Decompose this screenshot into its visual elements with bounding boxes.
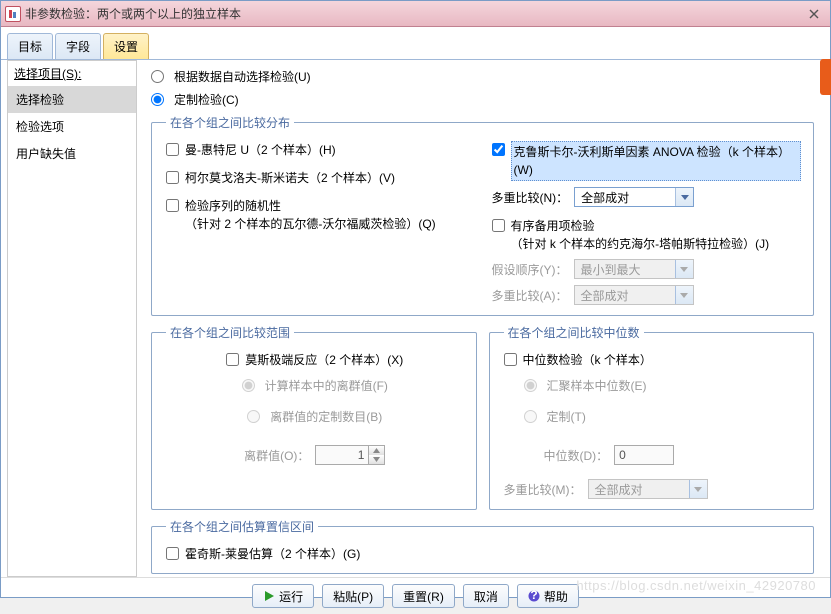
label-outlier: 离群值(O)： [244, 447, 309, 464]
label-mann-whitney: 曼-惠特尼 U（2 个样本）(H) [185, 141, 336, 159]
radio-custom-outlier [247, 410, 260, 423]
help-icon: ? [528, 590, 540, 602]
combo-multi-m: 全部成对 [588, 479, 708, 499]
input-outlier [316, 446, 368, 464]
app-icon [5, 6, 21, 22]
close-button[interactable] [802, 5, 826, 23]
chevron-down-icon [675, 260, 693, 278]
label-kruskal: 克鲁斯卡尔-沃利斯单因素 ANOVA 检验（k 个样本）(W) [511, 141, 802, 181]
legend-compare-dist: 在各个组之间比较分布 [166, 114, 294, 131]
content-area: 选择项目(S): 选择检验 检验选项 用户缺失值 根据数据自动选择检验(U) 定… [1, 60, 830, 577]
chevron-down-icon [675, 188, 693, 206]
legend-compare-median: 在各个组之间比较中位数 [504, 324, 644, 341]
label-custom-median: 定制(T) [547, 408, 586, 425]
chevron-down-icon [675, 286, 693, 304]
sidebar-item-missing[interactable]: 用户缺失值 [8, 140, 136, 167]
label-runs: 检验序列的随机性 （针对 2 个样本的瓦尔德-沃尔福威茨检验）(Q) [185, 197, 436, 233]
sidebar-item-test-options[interactable]: 检验选项 [8, 113, 136, 140]
fieldset-compare-median: 在各个组之间比较中位数 中位数检验（k 个样本） 汇聚样本中位数(E) 定 [489, 324, 815, 510]
paste-button[interactable]: 粘贴(P) [322, 584, 384, 608]
legend-compare-range: 在各个组之间比较范围 [166, 324, 294, 341]
label-median-d: 中位数(D)： [544, 447, 609, 464]
legend-ci: 在各个组之间估算置信区间 [166, 518, 318, 535]
chevron-down-icon [689, 480, 707, 498]
spin-up-icon [369, 446, 384, 455]
fieldset-compare-range: 在各个组之间比较范围 莫斯极端反应（2 个样本）(X) 计算样本中的离群值(F) [151, 324, 477, 510]
combo-multi-a: 全部成对 [574, 285, 694, 305]
main-panel: 根据数据自动选择检验(U) 定制检验(C) 在各个组之间比较分布 曼-惠特尼 U… [137, 60, 824, 577]
spinner-outlier [315, 445, 385, 465]
tab-fields[interactable]: 字段 [55, 33, 101, 59]
radio-auto-row: 根据数据自动选择检验(U) [151, 68, 814, 85]
sidebar: 选择项目(S): 选择检验 检验选项 用户缺失值 [7, 60, 137, 577]
label-pool-median: 汇聚样本中位数(E) [547, 377, 647, 394]
combo-multi-n[interactable]: 全部成对 [574, 187, 694, 207]
check-moses[interactable] [226, 353, 239, 366]
check-median[interactable] [504, 353, 517, 366]
spin-down-icon [369, 455, 384, 464]
watermark: https://blog.csdn.net/weixin_42920780 [576, 578, 816, 593]
svg-text:?: ? [530, 590, 537, 602]
radio-auto[interactable] [151, 70, 164, 83]
check-runs[interactable] [166, 199, 179, 212]
label-ks: 柯尔莫戈洛夫-斯米诺夫（2 个样本）(V) [185, 169, 395, 187]
titlebar: 非参数检验：两个或两个以上的独立样本 [1, 1, 830, 27]
label-median: 中位数检验（k 个样本） [523, 351, 652, 369]
radio-custom-row: 定制检验(C) [151, 91, 814, 108]
radio-calc-outlier [242, 379, 255, 392]
label-moses: 莫斯极端反应（2 个样本）(X) [245, 351, 403, 369]
check-kruskal[interactable] [492, 143, 505, 156]
radio-custom-label: 定制检验(C) [174, 91, 239, 108]
tab-bar: 目标 字段 设置 [1, 27, 830, 60]
tab-settings[interactable]: 设置 [103, 33, 149, 59]
combo-order: 最小到最大 [574, 259, 694, 279]
window-title: 非参数检验：两个或两个以上的独立样本 [25, 5, 802, 22]
check-mann-whitney[interactable] [166, 143, 179, 156]
label-multi-a: 多重比较(A)： [492, 287, 568, 304]
sidebar-title: 选择项目(S): [8, 61, 136, 86]
check-hodges[interactable] [166, 547, 179, 560]
fieldset-compare-dist: 在各个组之间比较分布 曼-惠特尼 U（2 个样本）(H) 柯尔莫戈洛夫-斯米诺夫… [151, 114, 814, 316]
label-multi-m: 多重比较(M)： [504, 481, 582, 498]
label-order: 假设顺序(Y)： [492, 261, 568, 278]
side-tag [820, 59, 831, 95]
tab-objective[interactable]: 目标 [7, 33, 53, 59]
check-jt[interactable] [492, 219, 505, 232]
label-hodges: 霍奇斯-莱曼估算（2 个样本）(G) [185, 545, 360, 563]
input-median [614, 445, 674, 465]
radio-auto-label: 根据数据自动选择检验(U) [174, 68, 311, 85]
dialog-window: 非参数检验：两个或两个以上的独立样本 目标 字段 设置 选择项目(S): 选择检… [0, 0, 831, 598]
radio-custom[interactable] [151, 93, 164, 106]
cancel-button[interactable]: 取消 [463, 584, 509, 608]
label-custom-outlier: 离群值的定制数目(B) [270, 408, 382, 425]
run-button[interactable]: 运行 [252, 584, 314, 608]
help-button[interactable]: ? 帮助 [517, 584, 579, 608]
label-multi-n: 多重比较(N)： [492, 189, 569, 206]
label-calc-outlier: 计算样本中的离群值(F) [265, 377, 388, 394]
fieldset-ci: 在各个组之间估算置信区间 霍奇斯-莱曼估算（2 个样本）(G) [151, 518, 814, 574]
play-icon [263, 590, 275, 602]
label-jt: 有序备用项检验 （针对 k 个样本的约克海尔-塔帕斯特拉检验）(J) [511, 217, 770, 253]
radio-pool-median [524, 379, 537, 392]
radio-custom-median [524, 410, 537, 423]
sidebar-item-select-test[interactable]: 选择检验 [8, 86, 136, 113]
check-ks[interactable] [166, 171, 179, 184]
reset-button[interactable]: 重置(R) [392, 584, 455, 608]
